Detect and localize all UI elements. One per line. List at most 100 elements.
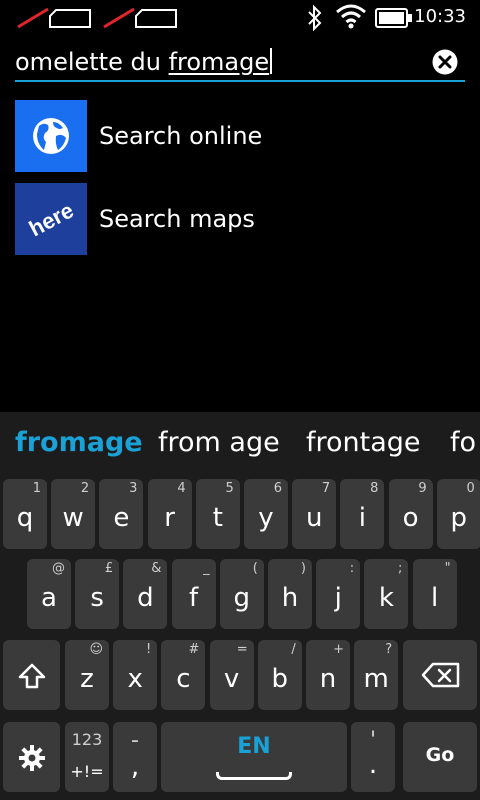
here-maps-icon: here bbox=[15, 183, 87, 255]
globe-icon bbox=[15, 100, 87, 172]
gear-icon bbox=[19, 745, 45, 771]
key-v[interactable]: v = bbox=[209, 640, 254, 710]
key-q[interactable]: q1 bbox=[3, 479, 47, 549]
key-label: n bbox=[319, 664, 337, 694]
key-j[interactable]: j: bbox=[316, 559, 361, 629]
key-label: . bbox=[368, 750, 378, 780]
result-label: Search online bbox=[99, 122, 263, 150]
key-label: t bbox=[212, 503, 223, 533]
key-m[interactable]: m? bbox=[354, 640, 399, 710]
suggestion-item[interactable]: fromage bbox=[15, 427, 143, 458]
settings-key[interactable] bbox=[3, 722, 60, 792]
key-s[interactable]: s £ bbox=[75, 559, 120, 629]
go-key[interactable]: Go bbox=[403, 722, 477, 792]
key-label: r bbox=[164, 503, 175, 533]
key-l[interactable]: l " bbox=[412, 559, 457, 629]
key-label: c bbox=[176, 664, 191, 694]
key-alt-label: 7 bbox=[321, 481, 331, 496]
suggestion-item[interactable]: frontage bbox=[306, 427, 421, 458]
backspace-icon bbox=[421, 662, 460, 688]
key-alt-label: ☺ bbox=[89, 642, 103, 657]
key-a[interactable]: a @ bbox=[27, 559, 71, 629]
key-alt-label: " bbox=[444, 561, 451, 576]
key-k[interactable]: k; bbox=[364, 559, 409, 629]
key-label: s bbox=[90, 583, 104, 613]
search-text: omelette du bbox=[15, 48, 169, 76]
key-alt-label: 6 bbox=[273, 481, 282, 496]
result-label: Search maps bbox=[99, 205, 255, 233]
key-alt-label: ) bbox=[300, 561, 306, 576]
key-alt-label: # bbox=[188, 642, 200, 657]
key-alt-label: 0 bbox=[466, 481, 475, 496]
key-label: m bbox=[363, 664, 389, 694]
text-caret bbox=[270, 48, 273, 74]
key-label: u bbox=[305, 503, 323, 533]
key-y[interactable]: y6 bbox=[244, 479, 288, 549]
key-label: z bbox=[80, 664, 94, 694]
key-label: , bbox=[130, 752, 140, 782]
key-h[interactable]: h) bbox=[268, 559, 312, 629]
key-g[interactable]: g( bbox=[219, 559, 264, 629]
key-alt-label: ( bbox=[252, 561, 258, 576]
search-underline bbox=[15, 80, 465, 82]
key-r[interactable]: r4 bbox=[147, 479, 192, 549]
key-alt-label: £ bbox=[104, 561, 114, 576]
shift-key[interactable] bbox=[3, 640, 60, 710]
key-o[interactable]: o9 bbox=[388, 479, 433, 549]
key-alt-label: 5 bbox=[225, 481, 234, 496]
key-f[interactable]: f _ bbox=[171, 559, 216, 629]
key-alt-label: _ bbox=[203, 561, 210, 576]
result-search-online[interactable]: Search online bbox=[15, 100, 475, 172]
key-d[interactable]: d & bbox=[123, 559, 168, 629]
key-label: l bbox=[430, 583, 439, 613]
key-alt-label: + bbox=[333, 642, 344, 657]
space-key[interactable]: EN bbox=[161, 722, 347, 792]
key-w[interactable]: w2 bbox=[51, 479, 96, 549]
key-alt-label: 2 bbox=[80, 481, 90, 496]
key-alt-label: & bbox=[151, 561, 162, 576]
key-label: - bbox=[131, 728, 139, 753]
dash-comma-key[interactable]: -, bbox=[113, 722, 157, 792]
key-c[interactable]: c # bbox=[161, 640, 206, 710]
suggestion-bar: fromage from age frontage fo bbox=[0, 412, 480, 476]
key-label: i bbox=[358, 503, 366, 533]
wifi-icon bbox=[336, 4, 366, 29]
key-alt-label: 1 bbox=[32, 481, 41, 496]
battery-icon bbox=[375, 8, 412, 28]
clock: 10:33 bbox=[414, 6, 466, 27]
key-e[interactable]: e3 bbox=[99, 479, 144, 549]
key-label: a bbox=[41, 583, 57, 613]
key-label: j bbox=[334, 583, 342, 613]
key-x[interactable]: x! bbox=[113, 640, 158, 710]
screen: 10:33 omelette du fromage Search online … bbox=[0, 0, 480, 800]
space-bar-icon bbox=[216, 772, 292, 780]
result-search-maps[interactable]: here Search maps bbox=[15, 183, 475, 255]
key-alt-label: ? bbox=[385, 642, 393, 657]
key-label: y bbox=[258, 503, 274, 533]
suggestion-item[interactable]: from age bbox=[158, 427, 280, 458]
symbols-key[interactable]: 123 +!= bbox=[65, 722, 109, 792]
backspace-key[interactable] bbox=[403, 640, 477, 710]
search-input[interactable]: omelette du fromage bbox=[15, 45, 425, 79]
key-alt-label: 3 bbox=[129, 481, 138, 496]
key-b[interactable]: b / bbox=[257, 640, 302, 710]
quote-period-key[interactable]: '. bbox=[351, 722, 395, 792]
key-p[interactable]: p0 bbox=[436, 479, 480, 549]
key-label: p bbox=[450, 503, 468, 533]
key-alt-label: @ bbox=[52, 561, 65, 576]
key-t[interactable]: t5 bbox=[195, 479, 240, 549]
suggestion-item[interactable]: fo bbox=[450, 427, 476, 458]
key-alt-label: 9 bbox=[418, 481, 427, 496]
key-label: x bbox=[127, 664, 143, 694]
key-u[interactable]: u7 bbox=[292, 479, 337, 549]
key-label: g bbox=[233, 583, 251, 613]
key-i[interactable]: i8 bbox=[340, 479, 385, 549]
key-n[interactable]: n + bbox=[306, 640, 350, 710]
key-alt-label: 4 bbox=[177, 481, 186, 496]
clear-search-button[interactable] bbox=[432, 49, 458, 75]
key-z[interactable]: z ☺ bbox=[65, 640, 109, 710]
key-label: b bbox=[271, 664, 289, 694]
sim2-no-signal-icon bbox=[103, 7, 177, 29]
key-alt-label: = bbox=[236, 642, 248, 657]
key-alt-label: : bbox=[349, 561, 355, 576]
